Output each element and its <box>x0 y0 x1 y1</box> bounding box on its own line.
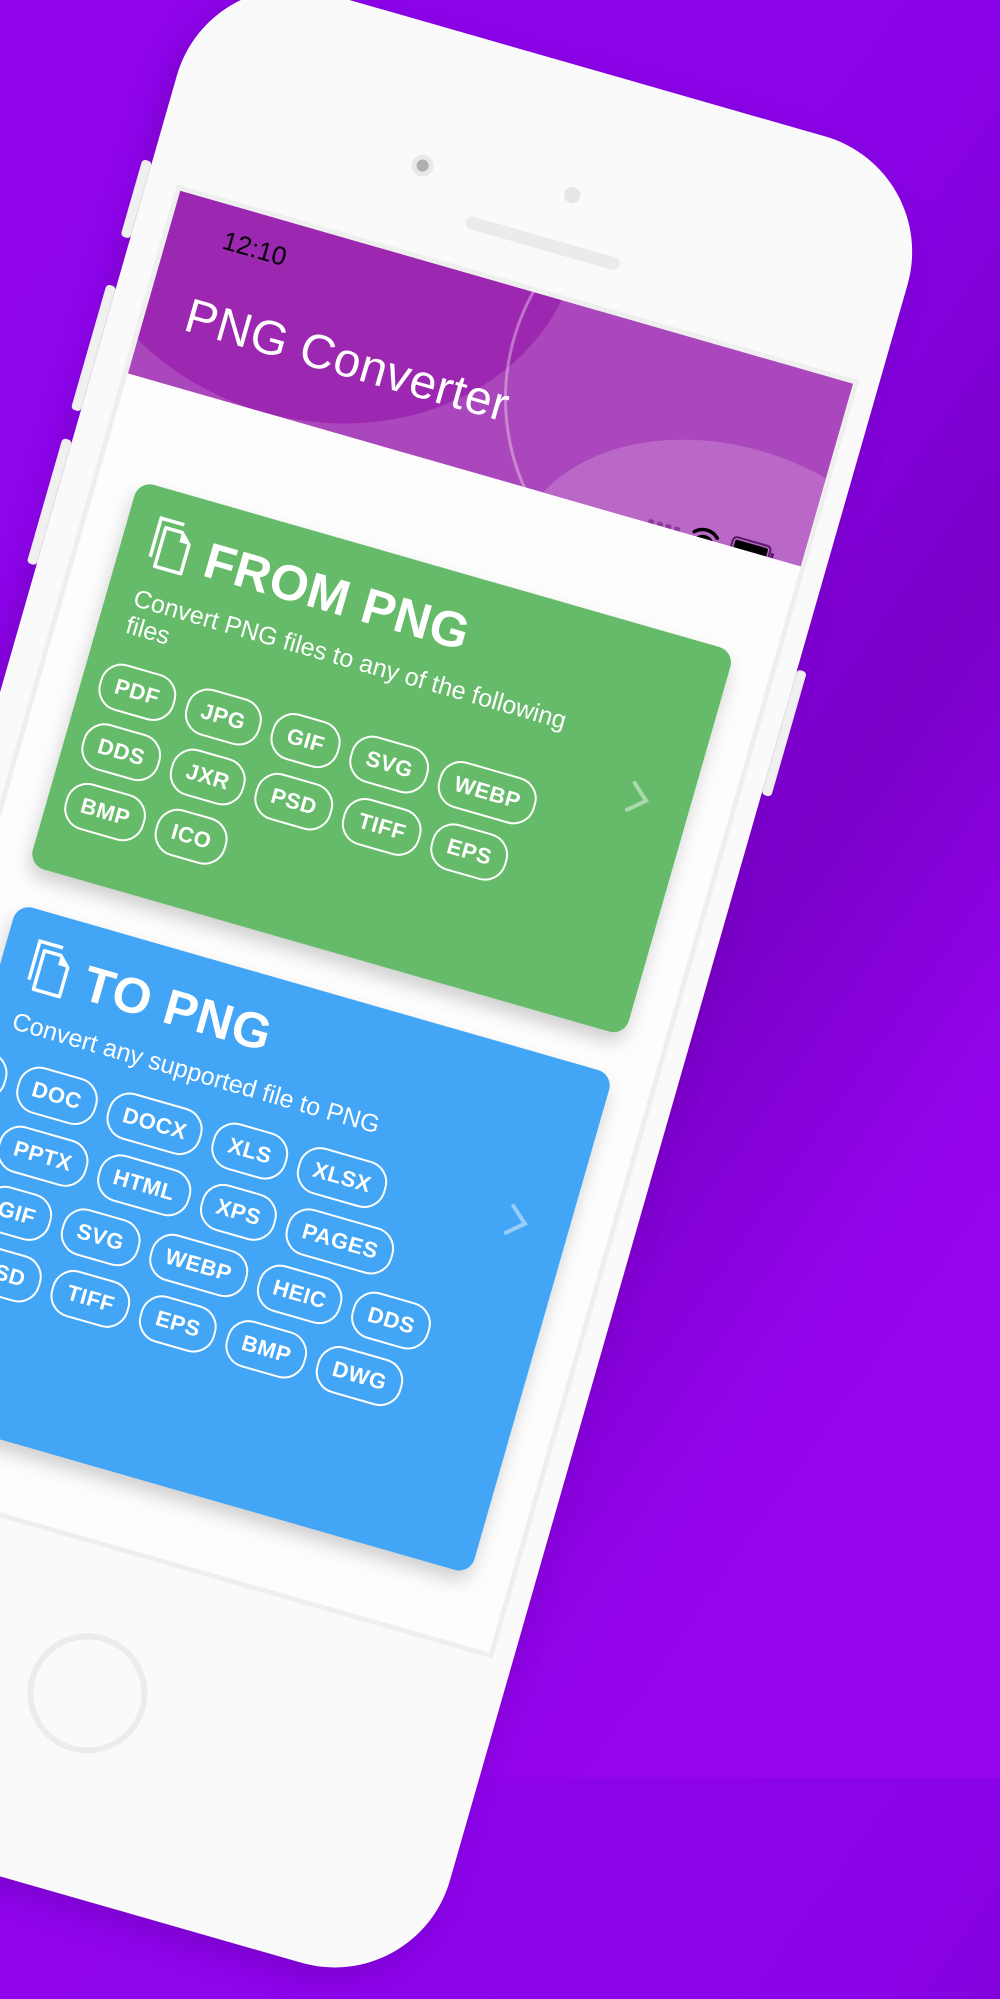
format-chip-html: HTML <box>91 1149 197 1222</box>
format-chip-eps: EPS <box>134 1290 222 1358</box>
format-chip-ico: ICO <box>149 803 233 870</box>
chevron-right-icon[interactable] <box>499 1201 533 1247</box>
format-chip-webp: WEBP <box>143 1228 254 1303</box>
format-chip-heic: HEIC <box>251 1259 348 1330</box>
format-chip-svg: SVG <box>55 1203 146 1272</box>
front-camera <box>408 151 437 180</box>
format-chip-gif: GIF <box>0 1180 58 1247</box>
format-chip-jpg: JPG <box>179 683 268 751</box>
format-chip-dwg: DWG <box>310 1340 409 1412</box>
file-copy-icon <box>20 936 77 1006</box>
home-button <box>13 1619 162 1768</box>
format-chip-dds: DDS <box>76 718 167 787</box>
format-chip-xps: XPS <box>194 1178 283 1247</box>
format-chip-psd: PSD <box>249 767 339 836</box>
format-chip-docx: DOCX <box>101 1087 209 1161</box>
proximity-sensor <box>562 185 583 205</box>
format-chip-bmp: BMP <box>220 1314 313 1384</box>
format-chip-doc: DOC <box>10 1061 103 1131</box>
format-chip-psd: PSD <box>0 1239 47 1308</box>
format-chip-xlsx: XLSX <box>291 1141 393 1214</box>
phone-mockup: 12:10 PNG Converter FROM PNG Convert PNG… <box>0 0 941 1996</box>
format-chip-webp: WEBP <box>432 755 543 830</box>
signal-dots-icon <box>647 518 681 534</box>
format-chip-pdf: PDF <box>0 1036 13 1105</box>
format-chip-gif: GIF <box>265 707 347 774</box>
format-chip-list: PDFDOCDOCXXLSXLSXPPTPPTXHTMLXPSPAGESJPGG… <box>0 1036 476 1476</box>
promo-stage: 12:10 PNG Converter FROM PNG Convert PNG… <box>0 0 1000 1996</box>
file-copy-icon <box>142 513 199 583</box>
format-chip-pptx: PPTX <box>0 1120 94 1192</box>
format-chip-pdf: PDF <box>93 658 181 727</box>
app-screen: 12:10 PNG Converter FROM PNG Convert PNG… <box>0 184 860 1659</box>
format-chip-jxr: JXR <box>164 743 252 811</box>
volume-down-button <box>26 437 73 566</box>
mute-switch <box>120 159 153 239</box>
volume-up-button <box>70 284 117 412</box>
chevron-right-icon[interactable] <box>621 778 655 824</box>
format-chip-svg: SVG <box>344 730 435 799</box>
earpiece-speaker <box>464 214 622 272</box>
format-chip-tiff: TIFF <box>336 792 428 862</box>
format-chip-xls: XLS <box>206 1117 294 1185</box>
format-chip-eps: EPS <box>425 818 514 886</box>
format-chip-tiff: TIFF <box>45 1264 136 1334</box>
format-chip-dds: DDS <box>346 1286 437 1355</box>
format-chip-bmp: BMP <box>59 777 152 847</box>
